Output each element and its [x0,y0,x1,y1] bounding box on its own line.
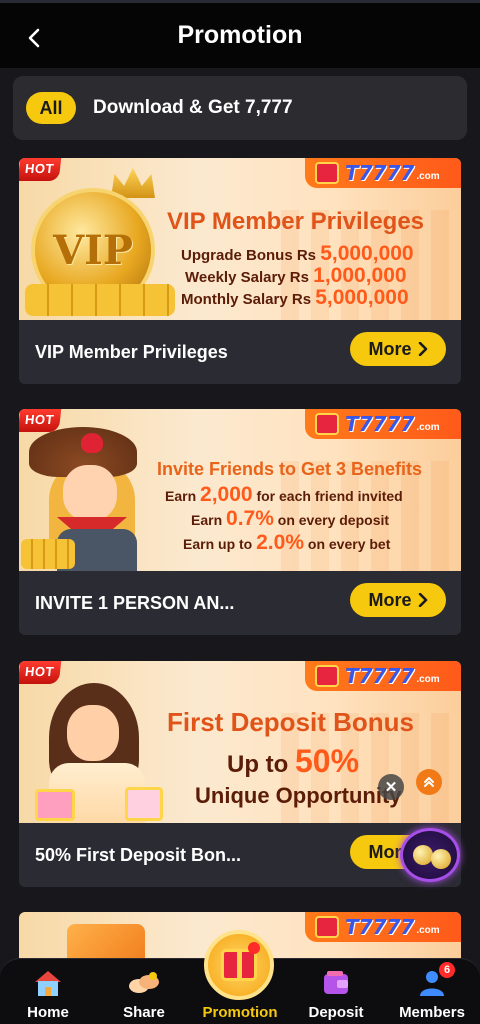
brand-logo: T7777 .com [305,912,461,942]
gift-icon [315,162,339,184]
banner-line: Unique Opportunity [195,783,402,808]
more-label: More [368,589,412,610]
banner-line: Earn 0.7% on every deposit [191,507,390,530]
nav-label: Members [399,1004,465,1021]
brand-logo: T7777 .com [305,409,461,439]
gift-icon [315,916,339,938]
nav-members[interactable]: 6 Members [384,959,480,1024]
banner-line: Upgrade Bonus Rs 5,000,000 [181,242,414,265]
wallet-icon [319,968,353,998]
vip-coin-text: VIP [53,226,133,274]
gold-ball-icon [413,845,433,865]
banner-heading: First Deposit Bonus [167,707,415,737]
page-title: Promotion [177,21,303,49]
nav-label: Deposit [308,1004,364,1021]
brand-text: T7777 [345,412,415,436]
gift-box-icon [35,789,75,821]
brand-text: T7777 [345,161,415,185]
banner-line: Earn up to 2.0% on every bet [183,531,391,554]
floating-jackpot-icon[interactable] [400,828,460,882]
card-title: VIP Member Privileges [35,341,228,362]
promo-banner-vip[interactable]: HOT T7777 .com VIP VIP Member Privileges… [19,158,461,320]
card-footer: INVITE 1 PERSON AN... More [19,571,461,635]
banner-line: Earn 2,000 for each friend invited [165,483,403,506]
banner-line: Up to 50% [227,743,360,779]
chevron-right-icon [418,342,427,356]
brand-suffix: .com [416,673,440,685]
brand-suffix: .com [416,170,440,182]
filter-bar: All Download & Get 7,777 [13,76,467,140]
brand-text: T7777 [345,664,415,688]
promo-card-invite[interactable]: HOT T7777 .com Invite Friends to Get 3 B… [19,409,461,635]
cowgirl-face [63,465,117,521]
gold-ball-icon [431,849,451,869]
card-footer: VIP Member Privileges More [19,320,461,384]
banner-line: Monthly Salary Rs 5,000,000 [181,286,409,309]
chevron-up-icon [424,777,434,787]
home-icon [31,968,65,998]
hot-badge: HOT [19,409,62,432]
card-title: 50% First Deposit Bon... [35,844,242,865]
hot-badge: HOT [19,661,62,684]
promo-card-first-deposit[interactable]: HOT T7777 .com First Deposit Bonus Up to… [19,661,461,887]
hot-badge: HOT [19,158,62,181]
banner-heading: Invite Friends to Get 3 Benefits [157,459,423,479]
girl-face [67,705,119,761]
notification-dot [248,942,260,954]
more-button[interactable]: More [350,583,446,617]
promo-banner-first-deposit[interactable]: HOT T7777 .com First Deposit Bonus Up to… [19,661,461,823]
gift-icon [315,665,339,687]
notification-badge: 6 [439,962,455,978]
nav-home[interactable]: Home [0,959,96,1024]
close-icon[interactable]: ✕ [378,774,404,800]
card-footer: 50% First Deposit Bon... More [19,823,461,887]
share-icon [127,968,161,998]
brand-text: T7777 [345,915,415,939]
gift-icon [315,413,339,435]
members-icon: 6 [415,962,455,998]
nav-share[interactable]: Share [96,959,192,1024]
filter-download-chip[interactable]: Download & Get 7,777 [93,97,293,119]
brand-suffix: .com [416,421,440,433]
heart-icon [81,433,103,453]
more-label: More [368,338,412,359]
brand-logo: T7777 .com [305,158,461,188]
promo-card-vip[interactable]: HOT T7777 .com VIP VIP Member Privileges… [19,158,461,384]
gold-coins-icon [21,539,75,569]
promo-banner-invite[interactable]: HOT T7777 .com Invite Friends to Get 3 B… [19,409,461,571]
more-button[interactable]: More [350,332,446,366]
scroll-top-button[interactable] [416,769,442,795]
card-title: INVITE 1 PERSON AN... [35,592,235,613]
nav-label: Home [27,1004,69,1021]
banner-heading: VIP Member Privileges [167,208,425,235]
nav-label: Share [123,1004,165,1021]
brand-suffix: .com [416,924,440,936]
filter-all-chip[interactable]: All [26,92,76,124]
promotion-fab[interactable] [204,930,274,1000]
brand-logo: T7777 .com [305,661,461,691]
nav-label: Promotion [202,1004,278,1021]
gift-box-icon [125,787,163,821]
banner-line: Weekly Salary Rs 1,000,000 [185,264,407,287]
top-bar: Promotion [0,0,480,68]
nav-deposit[interactable]: Deposit [288,959,384,1024]
chevron-right-icon [418,593,427,607]
coin-stack-icon [25,284,175,316]
